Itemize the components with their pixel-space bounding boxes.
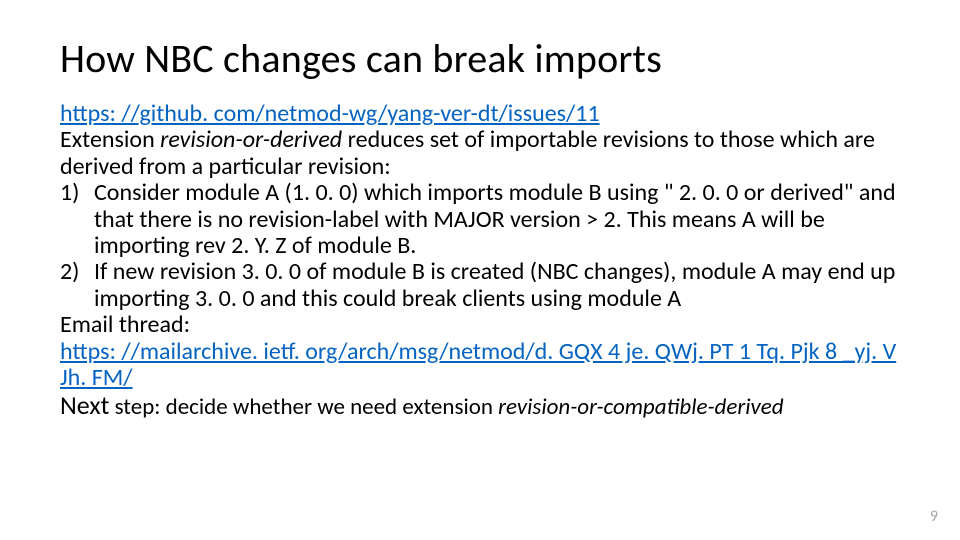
slide: How NBC changes can break imports https:… bbox=[0, 0, 960, 540]
email-thread-label: Email thread: bbox=[60, 312, 900, 338]
intro-ext-name: revision-or-derived bbox=[160, 125, 342, 154]
page-number: 9 bbox=[930, 507, 938, 526]
github-link[interactable]: https: //github. com/netmod-wg/yang-ver-… bbox=[60, 99, 600, 128]
next-mid: step: decide whether we need extension bbox=[109, 393, 498, 421]
next-ext-name: revision-or-compatible-derived bbox=[498, 393, 783, 421]
list-item-1: 1) Consider module A (1. 0. 0) which imp… bbox=[60, 180, 900, 259]
list-text: If new revision 3. 0. 0 of module B is c… bbox=[94, 259, 900, 312]
list-number: 2) bbox=[60, 259, 94, 312]
next-step-line: Next step: decide whether we need extens… bbox=[60, 391, 900, 420]
mailarchive-link[interactable]: https: //mailarchive. ietf. org/arch/msg… bbox=[60, 337, 896, 392]
list-number: 1) bbox=[60, 180, 94, 259]
body-text: https: //github. com/netmod-wg/yang-ver-… bbox=[60, 101, 900, 421]
list-text: Consider module A (1. 0. 0) which import… bbox=[94, 180, 900, 259]
list-item-2: 2) If new revision 3. 0. 0 of module B i… bbox=[60, 259, 900, 312]
slide-title: How NBC changes can break imports bbox=[60, 34, 900, 83]
intro-pre: Extension bbox=[60, 125, 160, 154]
intro-paragraph: Extension revision-or-derived reduces se… bbox=[60, 127, 900, 180]
next-pre: Next bbox=[60, 389, 109, 421]
